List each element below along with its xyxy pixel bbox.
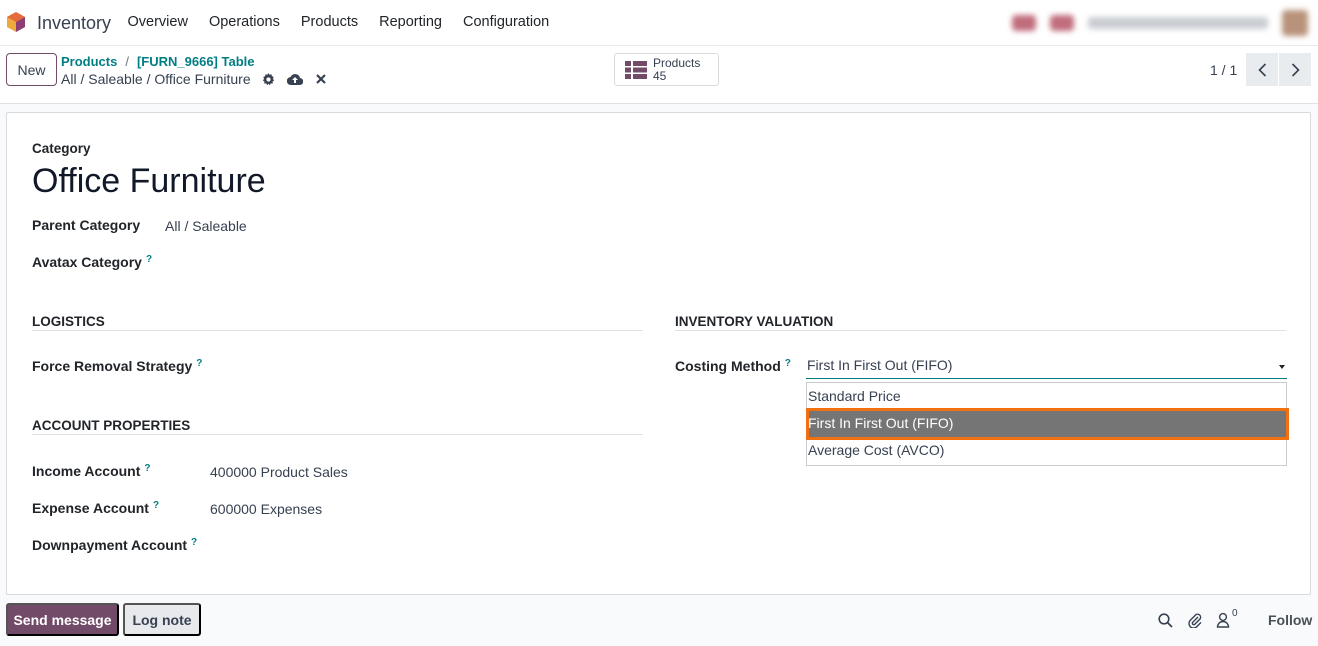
new-button[interactable]: New — [6, 53, 57, 86]
costing-method-value: First In First Out (FIFO) — [807, 357, 953, 373]
income-account-label-text: Income Account — [32, 463, 141, 479]
breadcrumb-products[interactable]: Products — [61, 54, 117, 69]
breadcrumb-separator: / — [125, 54, 129, 69]
help-tooltip-icon[interactable]: ? — [191, 537, 197, 548]
chevron-right-icon — [1291, 62, 1300, 77]
activity-icon[interactable] — [1012, 15, 1036, 31]
send-message-button[interactable]: Send message — [6, 603, 119, 636]
chevron-left-icon — [1257, 62, 1266, 77]
systray — [1012, 8, 1308, 38]
top-navbar: Inventory Overview Operations Products R… — [0, 0, 1318, 46]
search-icon[interactable] — [1156, 611, 1174, 629]
gear-icon[interactable] — [261, 71, 277, 87]
caret-down-icon — [1279, 365, 1285, 369]
menu-configuration[interactable]: Configuration — [452, 0, 559, 46]
menu-operations[interactable]: Operations — [198, 0, 290, 46]
option-standard-price[interactable]: Standard Price — [807, 383, 1286, 410]
cloud-save-icon[interactable] — [286, 71, 303, 87]
current-record-title: All / Saleable / Office Furniture — [61, 71, 251, 87]
control-panel: New Products / [FURN_9666] Table All / S… — [0, 46, 1318, 104]
costing-method-label-text: Costing Method — [675, 358, 781, 374]
messaging-icon[interactable] — [1050, 15, 1074, 31]
avatax-category-label: Avatax Category? — [32, 254, 152, 270]
category-name-field[interactable]: Office Furniture — [32, 162, 266, 201]
menu-reporting[interactable]: Reporting — [369, 0, 453, 46]
user-avatar[interactable] — [1282, 10, 1308, 36]
breadcrumb-product-record[interactable]: [FURN_9666] Table — [137, 54, 255, 69]
help-tooltip-icon[interactable]: ? — [196, 358, 202, 369]
company-switcher[interactable] — [1088, 17, 1268, 29]
income-account-field[interactable]: 400000 Product Sales — [210, 464, 348, 480]
menu-products[interactable]: Products — [290, 0, 368, 46]
current-record-bar: All / Saleable / Office Furniture — [61, 71, 329, 87]
pager-previous-button[interactable] — [1246, 53, 1278, 86]
menu-overview[interactable]: Overview — [117, 0, 198, 46]
discard-icon[interactable] — [313, 71, 329, 87]
smart-button-text: Products 45 — [653, 55, 701, 83]
followers-count: 0 — [1232, 608, 1238, 619]
parent-category-label: Parent Category — [32, 217, 141, 233]
help-tooltip-icon[interactable]: ? — [153, 500, 159, 511]
expense-account-field[interactable]: 600000 Expenses — [210, 501, 322, 517]
app-logo-icon[interactable] — [6, 11, 26, 33]
pager-next-button[interactable] — [1279, 53, 1311, 86]
form-sheet: Category Office Furniture Parent Categor… — [6, 112, 1311, 595]
expense-account-label-text: Expense Account — [32, 500, 149, 516]
income-account-label: Income Account? — [32, 463, 151, 479]
parent-category-field[interactable]: All / Saleable — [165, 218, 247, 234]
inventory-valuation-section-header: INVENTORY VALUATION — [675, 314, 1286, 331]
help-tooltip-icon[interactable]: ? — [144, 463, 150, 474]
force-removal-label: Force Removal Strategy? — [32, 358, 202, 374]
products-smart-button[interactable]: Products 45 — [614, 53, 719, 86]
main-menu: Overview Operations Products Reporting C… — [117, 0, 560, 46]
smart-button-count: 45 — [653, 68, 667, 83]
smart-button-label: Products — [653, 55, 701, 70]
follow-button[interactable]: Follow — [1268, 612, 1312, 628]
account-properties-section-header: ACCOUNT PROPERTIES — [32, 418, 643, 435]
option-avco[interactable]: Average Cost (AVCO) — [807, 437, 1286, 464]
costing-method-label: Costing Method? — [675, 358, 791, 374]
downpayment-account-label-text: Downpayment Account — [32, 537, 188, 553]
avatax-category-label-text: Avatax Category — [32, 254, 142, 270]
force-removal-label-text: Force Removal Strategy — [32, 358, 193, 374]
chatter-bar: Send message Log note 0 Follow — [0, 598, 1318, 646]
expense-account-label: Expense Account? — [32, 500, 159, 516]
list-icon — [625, 60, 647, 79]
help-tooltip-icon[interactable]: ? — [785, 358, 791, 369]
followers-icon[interactable] — [1214, 611, 1232, 629]
breadcrumb: Products / [FURN_9666] Table — [61, 54, 254, 69]
help-tooltip-icon[interactable]: ? — [146, 254, 152, 265]
highlight-box — [806, 408, 1289, 440]
downpayment-account-label: Downpayment Account? — [32, 537, 197, 553]
app-name[interactable]: Inventory — [37, 13, 111, 34]
pager-value[interactable]: 1 / 1 — [1210, 62, 1237, 78]
log-note-button[interactable]: Log note — [123, 603, 201, 636]
paperclip-icon[interactable] — [1186, 611, 1204, 629]
category-label: Category — [32, 141, 91, 156]
costing-method-select[interactable]: First In First Out (FIFO) — [806, 357, 1287, 379]
logistics-section-header: LOGISTICS — [32, 314, 643, 331]
